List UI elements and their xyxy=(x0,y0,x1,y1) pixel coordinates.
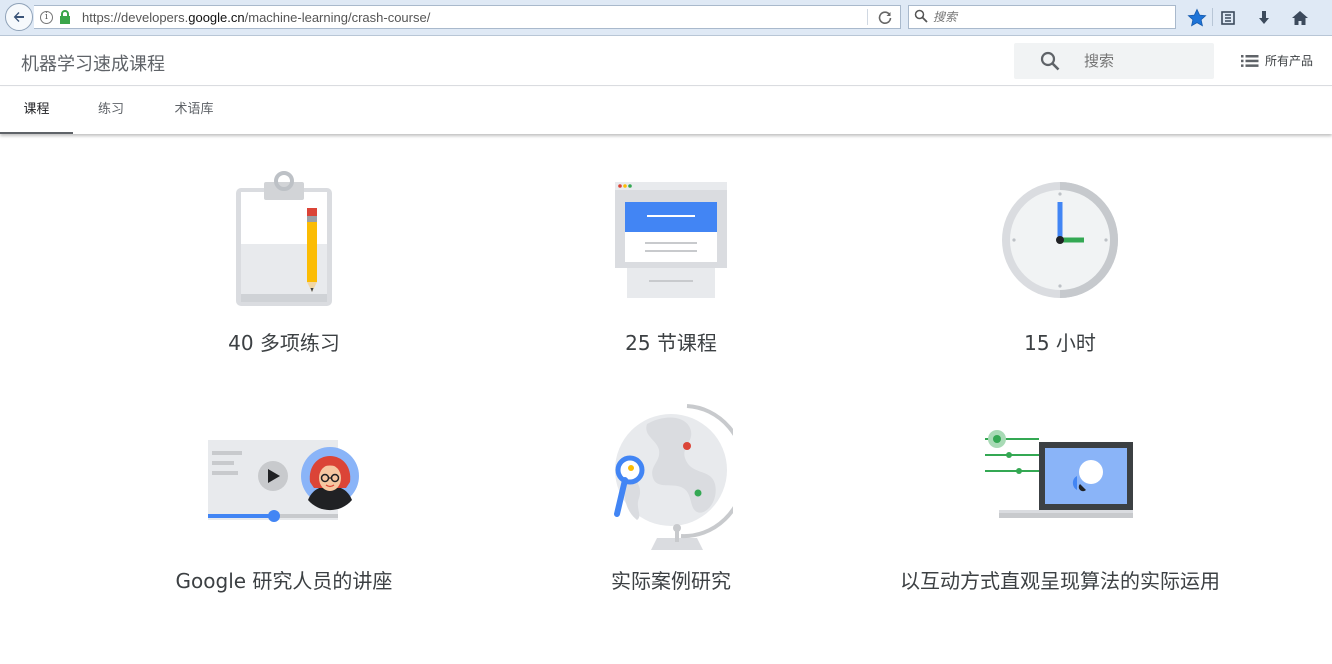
tab-bar: 课程 练习 术语库 xyxy=(0,87,1332,134)
globe-magnifier-icon xyxy=(614,404,733,550)
all-products-button[interactable]: 所有产品 xyxy=(1241,52,1313,69)
tab-glossary[interactable]: 术语库 xyxy=(160,87,228,134)
all-products-label: 所有产品 xyxy=(1265,54,1314,68)
feature-card-lectures: Google 研究人员的讲座 xyxy=(134,400,434,600)
site-search-input[interactable] xyxy=(1084,51,1204,71)
page-title[interactable]: 机器学习速成课程 xyxy=(21,50,165,76)
site-search-box[interactable] xyxy=(1014,43,1214,79)
list-icon xyxy=(1241,54,1259,67)
search-icon[interactable] xyxy=(1040,51,1060,71)
toolbar-divider xyxy=(1212,8,1213,26)
feature-caption: 40 多项练习 xyxy=(228,331,340,355)
feature-card-visualizations: 以互动方式直观呈现算法的实际运用 xyxy=(885,400,1235,630)
clipboard-pencil-icon xyxy=(236,171,332,306)
feature-card-lessons: 25 节课程 xyxy=(521,168,821,363)
tab-course[interactable]: 课程 xyxy=(0,87,73,134)
home-icon[interactable] xyxy=(1289,7,1311,29)
browser-search-input[interactable] xyxy=(933,8,1163,26)
feature-card-case-studies: 实际案例研究 xyxy=(521,400,821,600)
back-button[interactable] xyxy=(5,3,33,31)
feature-caption: Google 研究人员的讲座 xyxy=(175,569,393,593)
lesson-pages-icon xyxy=(615,182,727,298)
info-icon[interactable]: i xyxy=(40,11,53,24)
browser-search-box[interactable] xyxy=(908,5,1176,29)
site-header: 机器学习速成课程 所有产品 xyxy=(0,36,1332,86)
feature-caption: 25 节课程 xyxy=(625,331,717,355)
browser-toolbar: i https://developers.google.cn/machine-l… xyxy=(0,0,1332,36)
back-arrow-icon xyxy=(13,12,24,22)
address-bar[interactable]: i https://developers.google.cn/machine-l… xyxy=(34,5,901,29)
laptop-sliders-icon xyxy=(985,430,1133,518)
reload-icon[interactable] xyxy=(876,9,894,27)
download-icon[interactable] xyxy=(1253,7,1275,29)
url-text[interactable]: https://developers.google.cn/machine-lea… xyxy=(82,10,430,25)
feature-caption: 15 小时 xyxy=(1024,331,1096,355)
url-divider xyxy=(867,9,868,25)
clock-icon xyxy=(1002,182,1118,298)
feature-card-exercises: 40 多项练习 xyxy=(134,168,434,363)
reading-list-icon[interactable] xyxy=(1217,7,1239,29)
bookmark-star-icon[interactable] xyxy=(1186,7,1208,29)
search-icon xyxy=(914,9,928,23)
feature-card-hours: 15 小时 xyxy=(910,168,1210,363)
video-lecture-icon xyxy=(208,440,359,522)
tab-practice[interactable]: 练习 xyxy=(80,87,142,134)
lock-icon[interactable] xyxy=(59,10,71,24)
feature-caption: 实际案例研究 xyxy=(611,569,731,593)
feature-caption: 以互动方式直观呈现算法的实际运用 xyxy=(900,569,1220,593)
